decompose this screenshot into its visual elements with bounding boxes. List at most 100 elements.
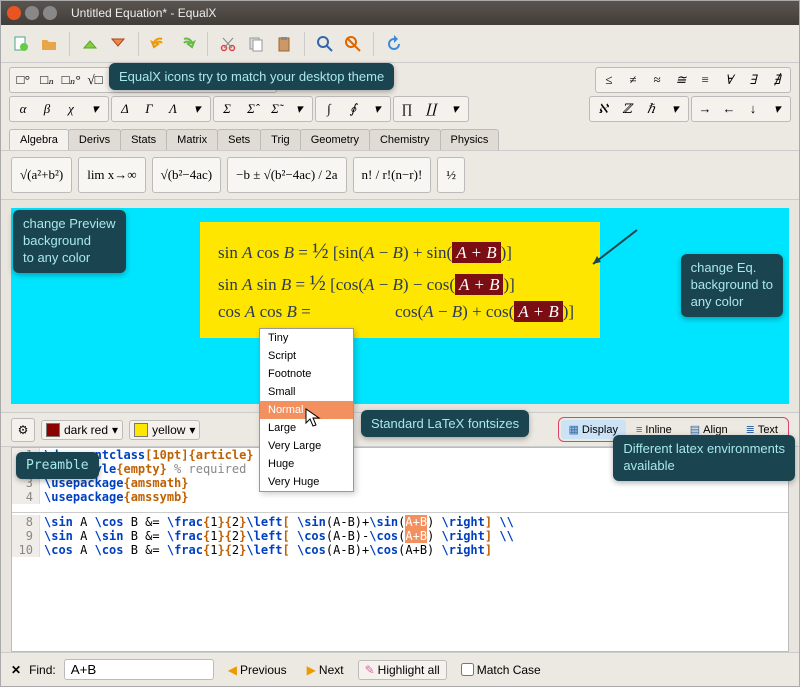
template-button[interactable]: ½	[437, 157, 465, 193]
symbol-button[interactable]: ℵ	[592, 99, 614, 119]
symbol-button[interactable]: ▾	[366, 99, 388, 119]
redo-button[interactable]	[175, 32, 199, 56]
symbol-button[interactable]: ∫	[318, 99, 340, 119]
symbol-button[interactable]: □ₙ	[36, 70, 58, 90]
symbol-button[interactable]: ∓	[252, 70, 274, 90]
tab-geometry[interactable]: Geometry	[300, 129, 370, 150]
export-button[interactable]	[106, 32, 130, 56]
symbol-button[interactable]: ≡	[694, 70, 716, 90]
symbol-button[interactable]: Γ	[138, 99, 160, 119]
find-next-button[interactable]: ▶Next	[301, 661, 350, 679]
symbol-button[interactable]: ∏	[396, 99, 418, 119]
template-button[interactable]: n! / r!(n−r)!	[353, 157, 432, 193]
symbol-button[interactable]: ▾	[766, 99, 788, 119]
chevron-down-icon: ▾	[189, 423, 195, 437]
template-button[interactable]: lim x→∞	[78, 157, 145, 193]
close-icon[interactable]: ✕	[11, 663, 21, 677]
symbol-button[interactable]: ∕	[132, 70, 154, 90]
new-button[interactable]	[9, 32, 33, 56]
tab-derivs[interactable]: Derivs	[68, 129, 121, 150]
tab-matrix[interactable]: Matrix	[166, 129, 218, 150]
tab-algebra[interactable]: Algebra	[9, 129, 69, 150]
symbol-button[interactable]: ▾	[288, 99, 310, 119]
find-previous-button[interactable]: ◀Previous	[222, 661, 293, 679]
symbol-button[interactable]: ±	[228, 70, 250, 90]
symbol-button[interactable]: ▾	[664, 99, 686, 119]
fontsize-option[interactable]: Tiny	[260, 329, 353, 347]
copy-button[interactable]	[244, 32, 268, 56]
symbol-button[interactable]: χ	[60, 99, 82, 119]
tab-trig[interactable]: Trig	[260, 129, 301, 150]
code-editor[interactable]: Preamble 1\documentclass[10pt]{article} …	[11, 447, 789, 652]
symbol-button[interactable]: Σ̂	[240, 99, 262, 119]
symbol-button[interactable]: ∃	[742, 70, 764, 90]
symbol-button[interactable]: ∮	[342, 99, 364, 119]
env-align-button[interactable]: ▤Align	[682, 420, 736, 439]
refresh-button[interactable]	[382, 32, 406, 56]
tab-sets[interactable]: Sets	[217, 129, 261, 150]
symbol-button[interactable]: □ₙ°	[60, 70, 82, 90]
symbol-button[interactable]: ▾	[444, 99, 466, 119]
symbol-button[interactable]: ℏ	[640, 99, 662, 119]
symbol-button[interactable]: →	[694, 99, 716, 119]
fontsize-option[interactable]: Script	[260, 347, 353, 365]
zoom-reset-button[interactable]	[341, 32, 365, 56]
symbol-button[interactable]: ≈	[646, 70, 668, 90]
symbol-button[interactable]: ∄	[766, 70, 788, 90]
symbol-button[interactable]: Σ̃	[264, 99, 286, 119]
save-button[interactable]	[78, 32, 102, 56]
symbol-button[interactable]: ←	[718, 99, 740, 119]
fontsize-option[interactable]: Small	[260, 383, 353, 401]
symbol-button[interactable]: ≠	[622, 70, 644, 90]
bg-color-picker[interactable]: yellow ▾	[129, 420, 200, 440]
symbol-button[interactable]: ▾	[186, 99, 208, 119]
symbol-button[interactable]: ↓	[742, 99, 764, 119]
symbol-button[interactable]: □°	[12, 70, 34, 90]
match-case-checkbox[interactable]: Match Case	[455, 661, 547, 679]
symbol-button[interactable]: ∀	[718, 70, 740, 90]
symbol-button[interactable]: ℤ	[616, 99, 638, 119]
fontsize-option[interactable]: Large	[260, 419, 353, 437]
preamble-button[interactable]: ⚙	[11, 418, 35, 442]
symbol-button[interactable]: Δ	[114, 99, 136, 119]
tab-chemistry[interactable]: Chemistry	[369, 129, 441, 150]
window-maximize-icon[interactable]	[43, 6, 57, 20]
symbol-button[interactable]: Λ	[162, 99, 184, 119]
window-minimize-icon[interactable]	[25, 6, 39, 20]
env-inline-button[interactable]: ≡Inline	[628, 420, 680, 439]
annotation-preview-bg: change Previewbackgroundto any color	[13, 210, 126, 273]
paste-button[interactable]	[272, 32, 296, 56]
find-input[interactable]	[64, 659, 214, 680]
tab-stats[interactable]: Stats	[120, 129, 167, 150]
window-close-icon[interactable]	[7, 6, 21, 20]
symbol-button[interactable]: ∐	[420, 99, 442, 119]
template-button[interactable]: √(a²+b²)	[11, 157, 72, 193]
fontsize-option[interactable]: Very Huge	[260, 473, 353, 491]
fontsize-option[interactable]: Huge	[260, 455, 353, 473]
env-display-button[interactable]: ▦Display	[561, 420, 626, 439]
template-button[interactable]: −b ± √(b²−4ac) / 2a	[227, 157, 346, 193]
fontsize-option[interactable]: Normal	[260, 401, 353, 419]
symbol-button[interactable]: √□	[84, 70, 106, 90]
symbol-button[interactable]: β	[36, 99, 58, 119]
env-text-button[interactable]: ≣Text	[738, 420, 786, 439]
open-button[interactable]	[37, 32, 61, 56]
symbol-button[interactable]: ·	[180, 70, 202, 90]
fontsize-option[interactable]: Very Large	[260, 437, 353, 455]
symbol-button[interactable]: ÷	[156, 70, 178, 90]
template-button[interactable]: √(b²−4ac)	[152, 157, 222, 193]
symbol-button[interactable]: ⁿ√	[108, 70, 130, 90]
fontsize-option[interactable]: Footnote	[260, 365, 353, 383]
cut-button[interactable]	[216, 32, 240, 56]
symbol-button[interactable]: α	[12, 99, 34, 119]
fg-color-picker[interactable]: dark red ▾	[41, 420, 123, 440]
symbol-button[interactable]: Σ	[216, 99, 238, 119]
symbol-button[interactable]: ≅	[670, 70, 692, 90]
symbol-button[interactable]: ≤	[598, 70, 620, 90]
symbol-button[interactable]: ×	[204, 70, 226, 90]
undo-button[interactable]	[147, 32, 171, 56]
tab-physics[interactable]: Physics	[440, 129, 500, 150]
zoom-in-button[interactable]	[313, 32, 337, 56]
symbol-button[interactable]: ▾	[84, 99, 106, 119]
highlight-all-button[interactable]: ✎Highlight all	[358, 660, 447, 680]
